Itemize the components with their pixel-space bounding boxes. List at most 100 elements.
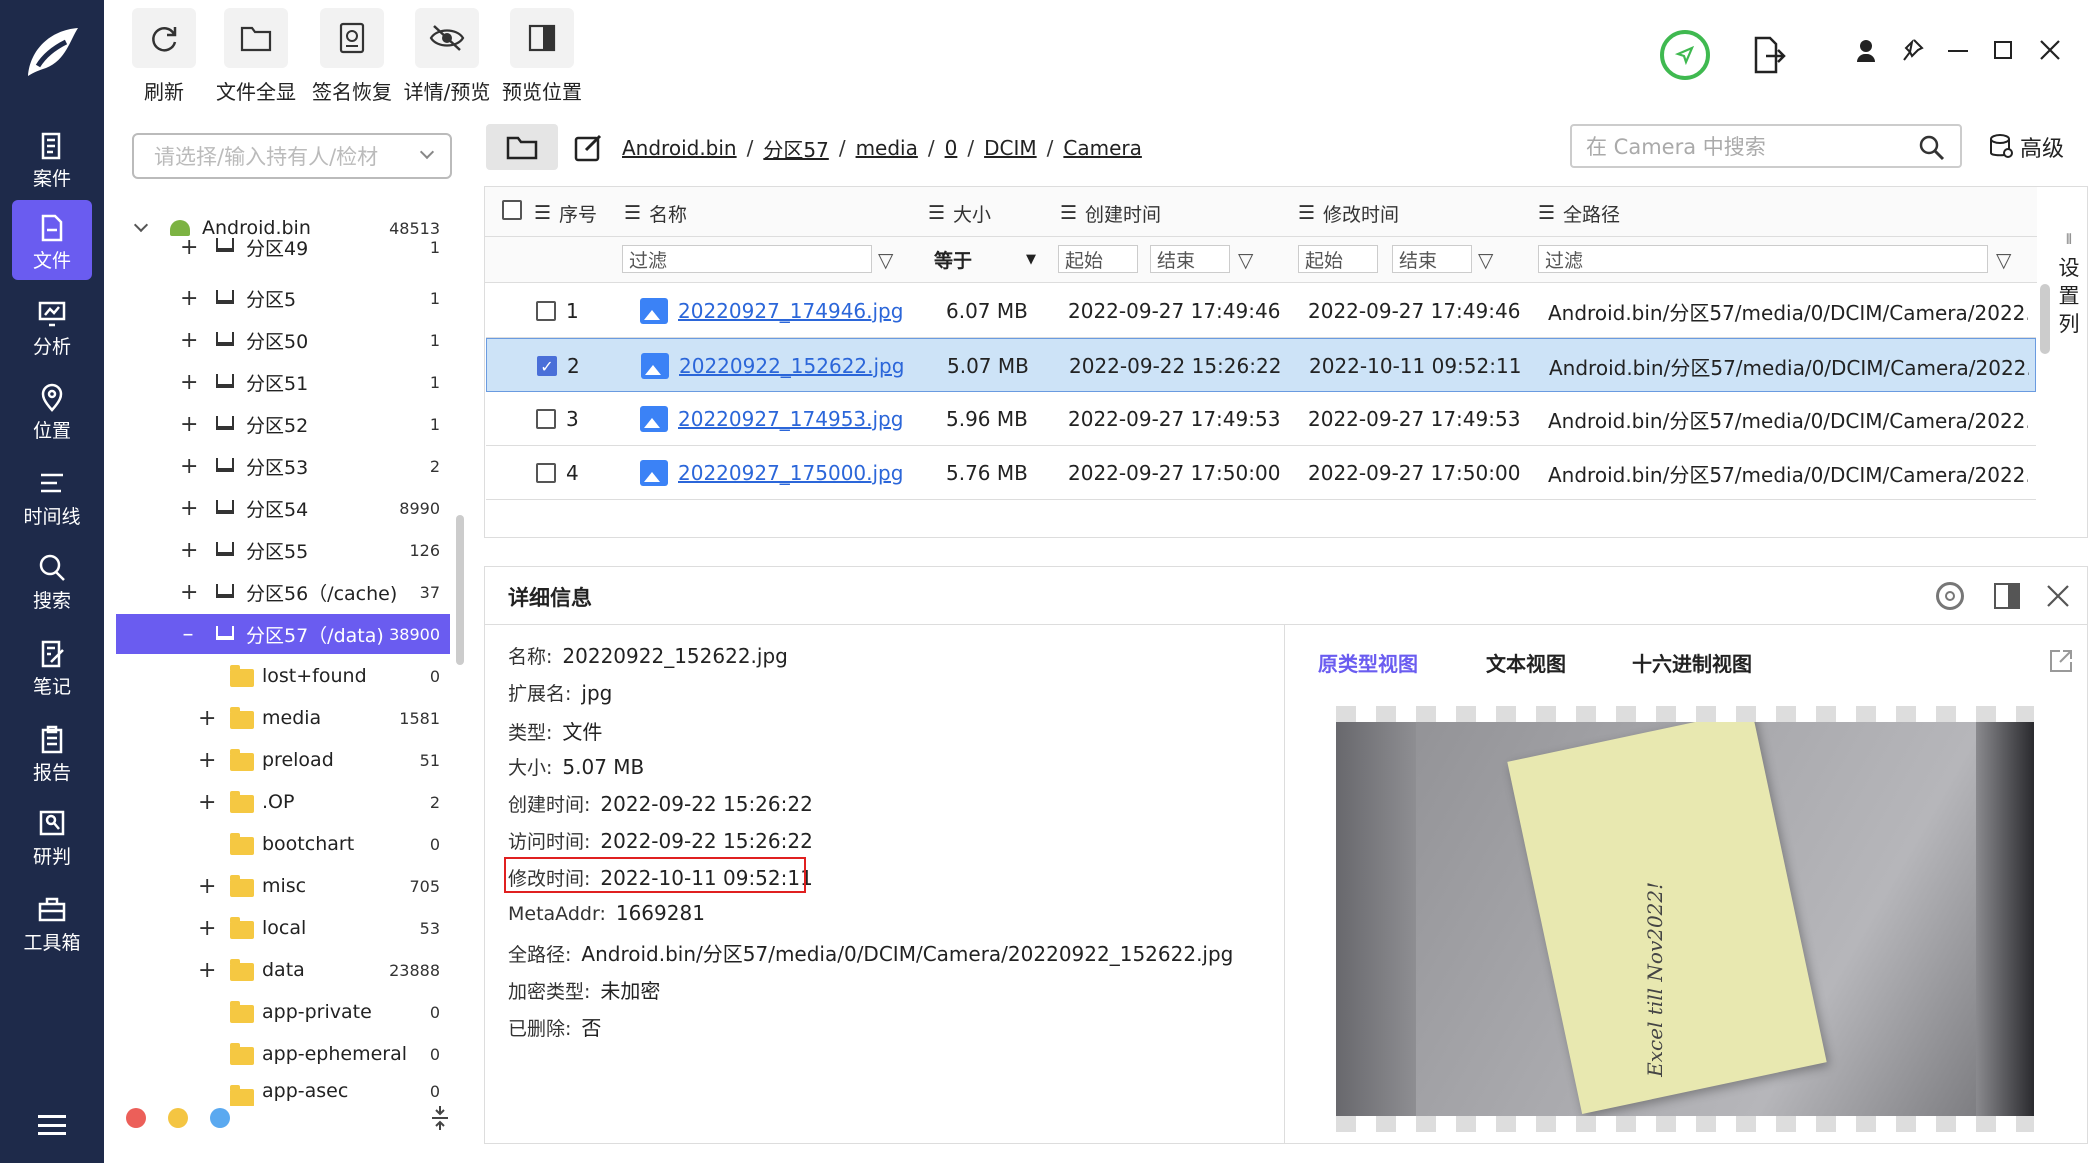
row-file-name[interactable]: 20220927_174946.jpg xyxy=(678,299,903,323)
nav-item-8[interactable]: 研判 xyxy=(12,796,92,876)
created-end-input[interactable]: 结束 xyxy=(1150,245,1230,273)
filter-icon[interactable]: ▽ xyxy=(1238,248,1253,272)
col-modified-header[interactable]: ☰ 修改时间 xyxy=(1298,190,1399,236)
pin-icon[interactable] xyxy=(1900,38,1924,62)
expand-icon[interactable]: + xyxy=(180,328,198,353)
collapse-arrow-icon[interactable] xyxy=(133,217,149,233)
full-view-button[interactable]: 文件全显 xyxy=(212,8,300,104)
row-checkbox[interactable] xyxy=(536,463,556,483)
minimize-icon[interactable] xyxy=(1948,50,1968,52)
nav-item-0[interactable]: 案件 xyxy=(12,118,92,198)
sig-recover-button[interactable]: 签名恢复 xyxy=(308,8,396,104)
size-filter-select[interactable]: 等于 ▼ xyxy=(934,245,1040,273)
maximize-icon[interactable] xyxy=(1994,41,2012,59)
tree-partition[interactable]: + 分区5 1 xyxy=(116,278,450,318)
filter-icon[interactable]: ▽ xyxy=(1478,248,1493,272)
tree-scrollbar[interactable] xyxy=(456,515,464,665)
col-index-header[interactable]: ☰ 序号 xyxy=(534,190,597,236)
expand-icon[interactable]: + xyxy=(198,958,216,983)
tree-folder[interactable]: app-ephemeral 0 xyxy=(116,1034,450,1074)
col-created-header[interactable]: ☰ 创建时间 xyxy=(1060,190,1161,236)
expand-icon[interactable]: + xyxy=(198,916,216,941)
collapse-all-icon[interactable] xyxy=(430,1104,450,1132)
close-icon[interactable] xyxy=(2038,38,2062,62)
menu-icon[interactable] xyxy=(38,1115,66,1135)
tree-partition[interactable]: + 分区52 1 xyxy=(116,404,450,444)
nav-item-4[interactable]: 时间线 xyxy=(12,456,92,536)
row-file-name[interactable]: 20220927_175000.jpg xyxy=(678,461,903,485)
table-scrollbar[interactable] xyxy=(2040,284,2050,354)
created-start-input[interactable]: 起始 xyxy=(1058,245,1138,273)
tree-folder[interactable]: + media 1581 xyxy=(116,698,450,738)
settings-columns-button[interactable]: ⦀ 设置列 xyxy=(2056,226,2082,338)
row-checkbox[interactable]: ✓ xyxy=(537,356,557,376)
expand-icon[interactable]: + xyxy=(198,706,216,731)
refresh-button[interactable]: 刷新 xyxy=(132,8,196,104)
breadcrumb-item[interactable]: Android.bin xyxy=(622,136,737,160)
modified-start-input[interactable]: 起始 xyxy=(1298,245,1378,273)
expand-icon[interactable]: + xyxy=(198,790,216,815)
breadcrumb-item[interactable]: media xyxy=(856,136,918,160)
expand-icon[interactable]: + xyxy=(180,538,198,563)
col-path-header[interactable]: ☰ 全路径 xyxy=(1538,190,1620,236)
breadcrumb-item[interactable]: Camera xyxy=(1063,136,1142,160)
modified-end-input[interactable]: 结束 xyxy=(1392,245,1472,273)
preview-tab[interactable]: 文本视图 xyxy=(1486,648,1566,677)
nav-item-9[interactable]: 工具箱 xyxy=(12,882,92,962)
nav-item-3[interactable]: 位置 xyxy=(12,370,92,450)
expand-icon[interactable]: + xyxy=(180,286,198,311)
name-filter-input[interactable]: 过滤 xyxy=(622,245,872,273)
col-size-header[interactable]: ☰ 大小 xyxy=(928,190,991,236)
edit-path-icon[interactable] xyxy=(574,132,604,162)
nav-item-7[interactable]: 报告 xyxy=(12,712,92,792)
export-icon[interactable] xyxy=(1752,36,1786,74)
table-row[interactable]: 3 20220927_174953.jpg 5.96 MB 2022-09-27 17… xyxy=(486,392,2036,446)
preview-tab[interactable]: 原类型视图 xyxy=(1318,648,1418,677)
nav-item-6[interactable]: 笔记 xyxy=(12,626,92,706)
expand-icon[interactable]: + xyxy=(180,496,198,521)
row-checkbox[interactable] xyxy=(536,409,556,429)
expand-icon[interactable]: + xyxy=(180,580,198,605)
detail-preview-button[interactable]: 详情/预览 xyxy=(400,8,494,104)
expand-icon[interactable]: + xyxy=(180,454,198,479)
tree-folder[interactable]: app-asec 0 xyxy=(116,1076,450,1106)
advanced-search-button[interactable]: 高级 xyxy=(1988,130,2072,164)
breadcrumb-item[interactable]: DCIM xyxy=(984,136,1037,160)
collapse-icon[interactable]: – xyxy=(180,622,196,647)
tree-folder[interactable]: + preload 51 xyxy=(116,740,450,780)
close-detail-icon[interactable] xyxy=(2046,584,2070,608)
tree-folder[interactable]: + data 23888 xyxy=(116,950,450,990)
preview-position-button[interactable]: 预览位置 xyxy=(498,8,586,104)
owner-select[interactable]: 请选择/输入持有人/检材 xyxy=(132,133,452,179)
select-all-checkbox[interactable] xyxy=(502,200,522,220)
tree-partition[interactable]: – 分区57（/data) 38900 xyxy=(116,614,450,654)
expand-icon[interactable]: + xyxy=(180,236,198,258)
nav-item-1[interactable]: 文件 xyxy=(12,200,92,280)
breadcrumb-item[interactable]: 分区57 xyxy=(763,134,828,163)
tree-folder[interactable]: + local 53 xyxy=(116,908,450,948)
user-icon[interactable] xyxy=(1856,40,1876,62)
shield-status-icon[interactable] xyxy=(1660,30,1710,80)
tree-partition[interactable]: + 分区53 2 xyxy=(116,446,450,486)
breadcrumb-item[interactable]: 0 xyxy=(945,136,958,160)
panel-toggle-icon[interactable] xyxy=(1994,583,2020,609)
table-row[interactable]: 4 20220927_175000.jpg 5.76 MB 2022-09-27 17… xyxy=(486,446,2036,500)
tree-partition[interactable]: + 分区49 1 xyxy=(116,236,450,258)
expand-icon[interactable]: + xyxy=(180,412,198,437)
filter-icon[interactable]: ▽ xyxy=(878,248,893,272)
nav-item-5[interactable]: 搜索 xyxy=(12,540,92,620)
folder-view-button[interactable] xyxy=(486,124,558,170)
settings-icon[interactable] xyxy=(1936,582,1964,610)
row-file-name[interactable]: 20220927_174953.jpg xyxy=(678,407,903,431)
tree-partition[interactable]: + 分区56（/cache) 37 xyxy=(116,572,450,612)
search-input[interactable]: 在 Camera 中搜索 xyxy=(1570,124,1962,168)
tree-partition[interactable]: + 分区54 8990 xyxy=(116,488,450,528)
tree-partition[interactable]: + 分区50 1 xyxy=(116,320,450,360)
tree-folder[interactable]: + .OP 2 xyxy=(116,782,450,822)
col-name-header[interactable]: ☰ 名称 xyxy=(624,190,687,236)
tree-folder[interactable]: lost+found 0 xyxy=(116,656,450,696)
tree-folder[interactable]: + misc 705 xyxy=(116,866,450,906)
tree-folder[interactable]: app-private 0 xyxy=(116,992,450,1032)
expand-icon[interactable]: + xyxy=(198,874,216,899)
expand-icon[interactable]: + xyxy=(198,748,216,773)
